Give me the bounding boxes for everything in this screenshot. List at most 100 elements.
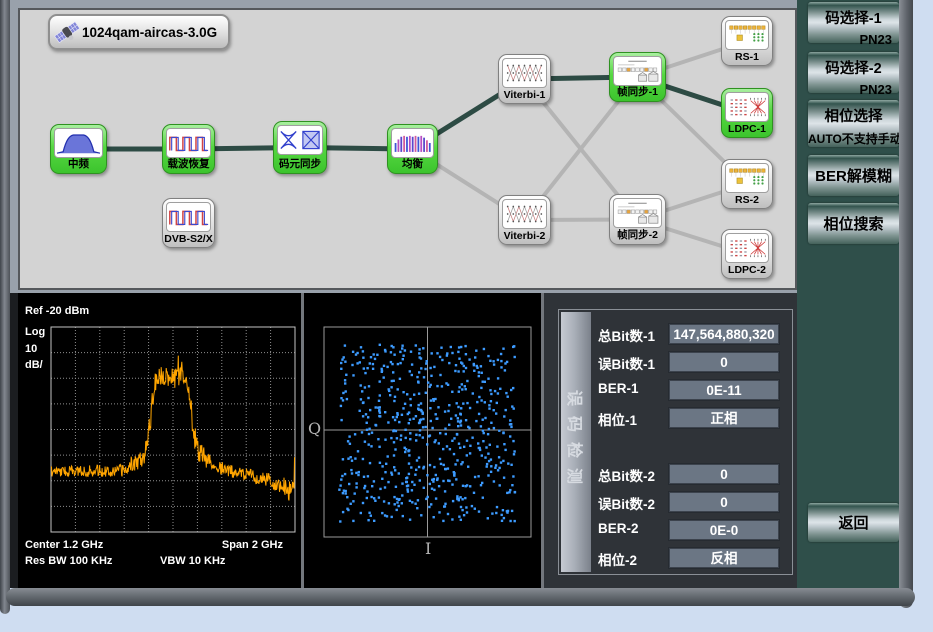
squarewave-icon [166, 128, 211, 158]
ber-row: 误Bit数-1 0 [559, 352, 792, 372]
spectrum-center-label: Center 1.2 GHz [25, 539, 103, 551]
ber-row: 总Bit数-2 0 [559, 464, 792, 484]
ber-row-label: BER-2 [598, 521, 639, 536]
flow-node-label: Viterbi-2 [499, 230, 550, 242]
sidebar-button-ber-disambiguation[interactable]: BER解模糊 [808, 155, 899, 196]
window-frame-right [899, 0, 913, 608]
spectrum-vbw-label: VBW 10 KHz [160, 555, 225, 567]
window-frame-left [0, 0, 10, 614]
constellation-plot [304, 293, 541, 588]
frame-icon [613, 56, 662, 86]
spectrum-icon [54, 128, 103, 158]
ber-row: 相位-1 正相 [559, 408, 792, 428]
ber-row-label: 误Bit数-1 [598, 353, 655, 373]
flow-node-label: 均衡 [388, 156, 437, 171]
flow-node-label: 载波恢复 [163, 156, 214, 171]
frame-icon [613, 198, 662, 228]
sidebar-button-value: PN23 [808, 78, 899, 97]
flow-node-junheng[interactable]: 均衡 [387, 124, 438, 174]
sidebar-button-code-select-1[interactable]: 码选择-1PN23 [808, 2, 899, 43]
ber-row-value: 0 [669, 464, 779, 484]
ber-row-label: 相位-1 [598, 409, 637, 429]
ldpc-icon [725, 92, 769, 122]
flow-diagram-panel: 中频 载波恢复 码元同步 DVB-S2/X 均衡 Viterbi-1 Viterbi-2 帧同… [18, 8, 797, 290]
eye-icon [277, 125, 323, 155]
flow-node-viterbi1[interactable]: Viterbi-1 [498, 54, 551, 104]
ber-row-label: 总Bit数-1 [598, 325, 655, 345]
analysis-section: Ref -20 dBm Log 10 dB/ Center 1.2 GHz Sp… [10, 293, 799, 588]
ber-row-label: 误Bit数-2 [598, 493, 655, 513]
flow-node-dvbs2x[interactable]: DVB-S2/X [162, 198, 215, 248]
flow-node-ldpc1[interactable]: LDPC-1 [721, 88, 773, 138]
ber-row: BER-10E-11 [559, 380, 792, 400]
flow-node-zhen2[interactable]: 帧同步-2 [609, 194, 666, 245]
flow-node-zhen1[interactable]: 帧同步-1 [609, 52, 666, 102]
flow-node-label: RS-1 [722, 51, 772, 63]
ldpc-icon [725, 233, 769, 263]
app-window: 中频 载波恢复 码元同步 DVB-S2/X 均衡 Viterbi-1 Viterbi-2 帧同… [0, 0, 933, 632]
flow-node-viterbi2[interactable]: Viterbi-2 [498, 195, 551, 245]
ber-row-value: 0 [669, 352, 779, 372]
flow-node-rs2[interactable]: RS-2 [721, 159, 773, 209]
trellis-icon [502, 58, 547, 88]
ber-row-value: 反相 [669, 548, 779, 568]
sidebar-button-title: 码选择-2 [808, 52, 899, 78]
satellite-icon [54, 19, 80, 45]
flow-node-label: Viterbi-1 [499, 89, 550, 101]
sidebar-button-value: AUTO不支持手动 [808, 126, 899, 147]
ber-row: 相位-2 反相 [559, 548, 792, 568]
ber-row-label: 相位-2 [598, 549, 637, 569]
flow-node-zaibo[interactable]: 载波恢复 [162, 124, 215, 174]
spectrum-scale-unit: dB/ [25, 359, 43, 371]
signal-config-button[interactable]: 1024qam-aircas-3.0G [48, 14, 230, 50]
ber-panel: 误码检测 总Bit数-1147,564,880,320误Bit数-10BER-1… [544, 293, 797, 588]
spectrum-analyzer-panel: Ref -20 dBm Log 10 dB/ Center 1.2 GHz Sp… [18, 293, 301, 588]
sidebar-button-title: 码选择-1 [808, 2, 899, 28]
trellis-icon [502, 199, 547, 229]
flow-node-mayuan[interactable]: 码元同步 [273, 121, 327, 174]
ber-row-value: 0E-0 [669, 520, 779, 540]
ber-row-value: 0E-11 [669, 380, 779, 400]
flow-node-label: LDPC-1 [722, 123, 772, 135]
sidebar-button-phase-search[interactable]: 相位搜索 [808, 203, 899, 244]
flow-node-ldpc2[interactable]: LDPC-2 [721, 229, 773, 279]
flow-node-label: 帧同步-1 [610, 84, 665, 99]
ber-readout-box: 误码检测 总Bit数-1147,564,880,320误Bit数-10BER-1… [558, 309, 793, 575]
ber-row: 总Bit数-1 147,564,880,320 [559, 324, 792, 344]
constellation-i-label: I [425, 539, 431, 558]
flow-node-label: 中频 [51, 156, 106, 171]
signal-config-label: 1024qam-aircas-3.0G [82, 25, 217, 40]
sidebar-button-phase-select[interactable]: 相位选择AUTO不支持手动 [808, 100, 899, 147]
constellation-q-label: Q [308, 419, 321, 438]
sidebar: 码选择-1PN23码选择-2PN23相位选择AUTO不支持手动BER解模糊相位搜… [797, 0, 899, 588]
flow-node-label: RS-2 [722, 194, 772, 206]
flow-node-label: DVB-S2/X [163, 233, 214, 245]
squarewave-icon [166, 202, 211, 232]
constellation-panel: Q I [304, 293, 541, 588]
sidebar-button-title: 相位选择 [808, 100, 899, 126]
spectrum-rbw-label: Res BW 100 KHz [25, 555, 112, 567]
flow-node-label: 码元同步 [274, 156, 326, 171]
equalizer-icon [391, 128, 434, 158]
sidebar-button-code-select-2[interactable]: 码选择-2PN23 [808, 52, 899, 93]
ber-row: 误Bit数-2 0 [559, 492, 792, 512]
spectrum-ref-label: Ref -20 dBm [25, 305, 89, 317]
sidebar-button-back[interactable]: 返回 [808, 503, 899, 542]
sidebar-button-value: PN23 [808, 28, 899, 47]
flow-node-label: LDPC-2 [722, 264, 772, 276]
ber-row: BER-2 0E-0 [559, 520, 792, 540]
ber-row-value: 正相 [669, 408, 779, 428]
ber-row-value: 0 [669, 492, 779, 512]
flow-node-label: 帧同步-2 [610, 227, 665, 242]
spectrum-log-label: Log [25, 326, 45, 338]
flow-section: 中频 载波恢复 码元同步 DVB-S2/X 均衡 Viterbi-1 Viterbi-2 帧同… [10, 0, 799, 293]
rs-icon [725, 20, 769, 50]
window-frame-bottom [6, 588, 915, 606]
flow-node-zhongpin[interactable]: 中频 [50, 124, 107, 174]
rs-icon [725, 163, 769, 193]
ber-row-label: 总Bit数-2 [598, 465, 655, 485]
spectrum-scale-value: 10 [25, 343, 37, 355]
spectrum-span-label: Span 2 GHz [168, 539, 283, 551]
ber-row-value: 147,564,880,320 [669, 324, 779, 344]
flow-node-rs1[interactable]: RS-1 [721, 16, 773, 66]
